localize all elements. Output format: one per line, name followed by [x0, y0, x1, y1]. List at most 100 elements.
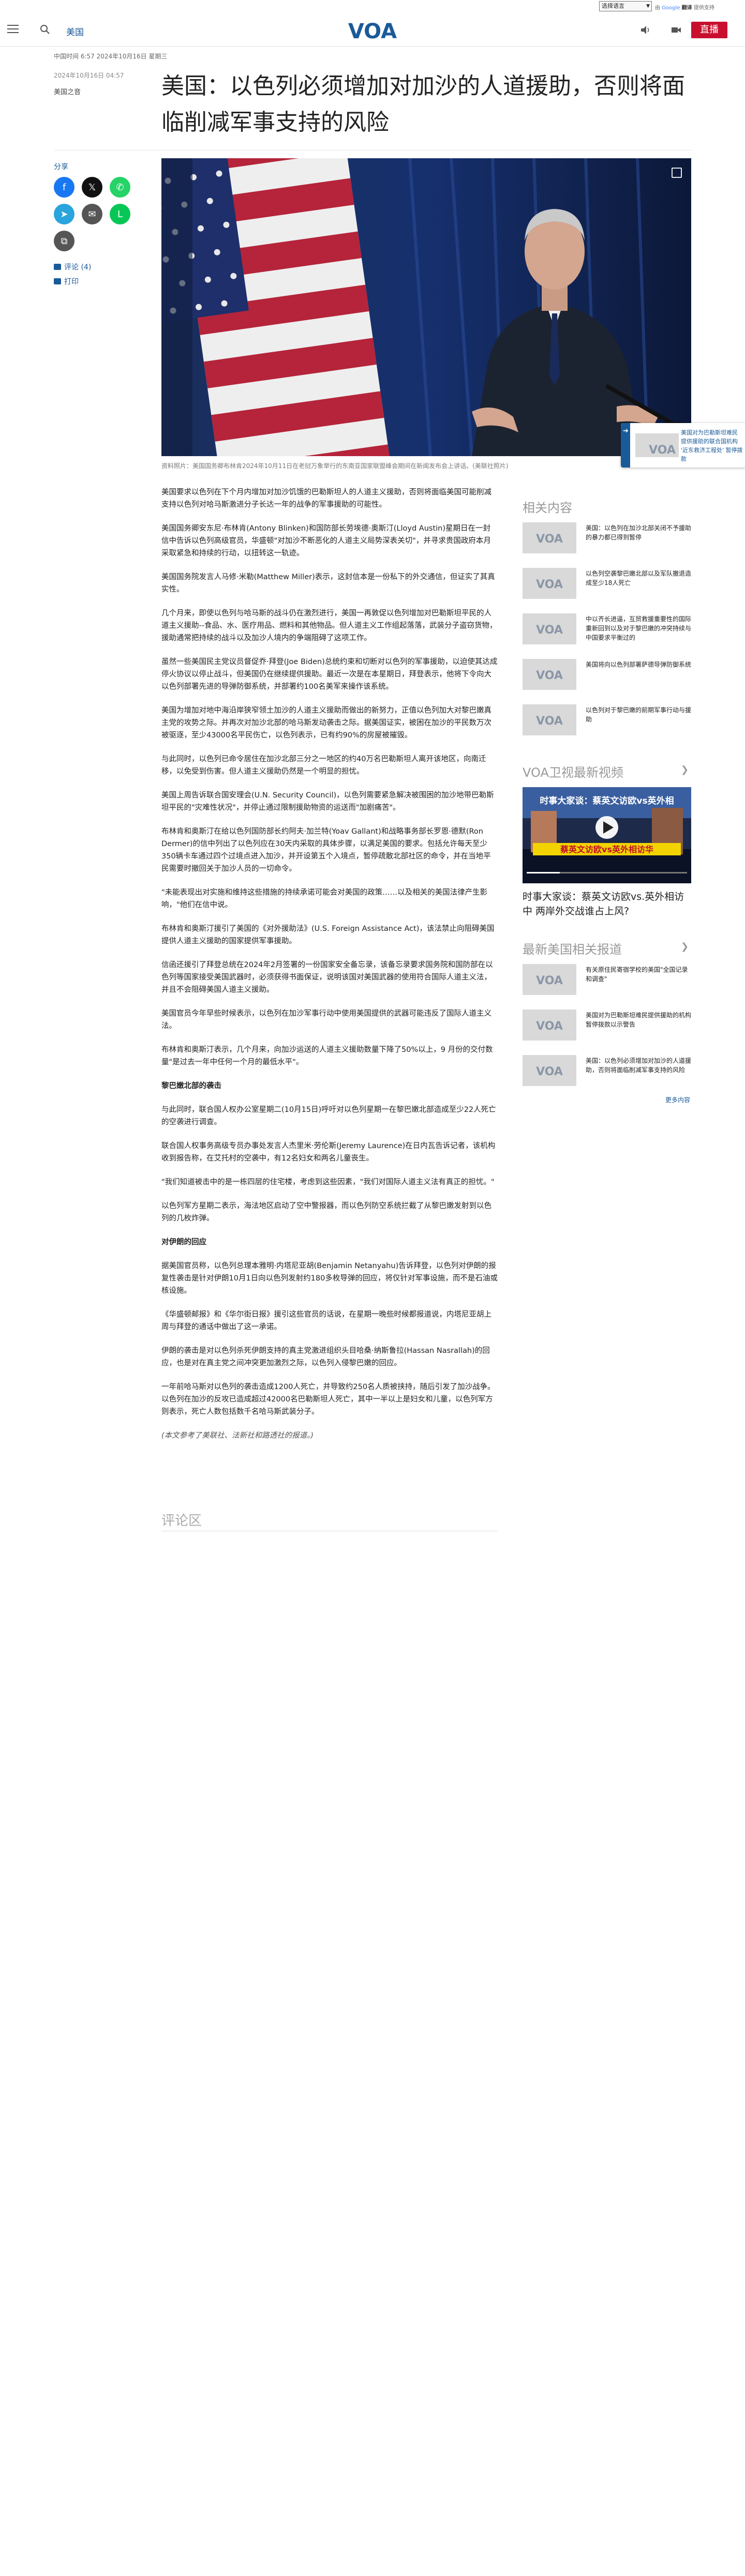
whatsapp-icon: ✆: [116, 182, 124, 193]
whatsapp-share-button[interactable]: ✆: [110, 177, 130, 198]
video-title[interactable]: 时事大家谈：蔡英文访欧vs.英外相访中 两岸外交战谁占上风?: [523, 890, 691, 918]
latest-item[interactable]: VOA 有关原住民寄宿学校的美国"全国记录和调查": [523, 964, 691, 995]
page-title: 美国：以色列必须增加对加沙的人道援助，否则将面临削减军事支持的风险: [161, 73, 685, 135]
floating-card-text: 美国对为巴勒斯坦难民提供援助的联合国机构 '近东救济工程处' 暂停拨款: [681, 429, 743, 462]
latest-heading[interactable]: 最新美国相关报道 ❯: [523, 939, 691, 957]
thumbnail: VOA: [523, 522, 576, 553]
expand-icon[interactable]: [672, 168, 682, 178]
translate-bar: 选择语言 ▼ 由 Google 翻译 提供支持: [0, 0, 745, 14]
facebook-share-button[interactable]: f: [54, 177, 74, 198]
thumbnail: VOA: [523, 568, 576, 599]
comments-link-label: 评论 (4): [64, 263, 92, 272]
article-paragraph: 美国为增加对地中海沿岸狭窄领土加沙的人道主义援助而做出的新努力，正值以色列加大对…: [161, 706, 491, 740]
svg-text:VOA: VOA: [536, 974, 563, 986]
related-item[interactable]: VOA 以色列对于黎巴嫩的前期军事行动与援助: [523, 704, 691, 735]
latest-item-title: 美国：以色列必须增加对加沙的人道援助，否则将面临削减军事支持的风险: [586, 1057, 692, 1074]
video-camera-icon[interactable]: [671, 25, 682, 35]
comment-icon: [54, 264, 61, 270]
comments-link[interactable]: 评论 (4): [54, 262, 91, 272]
line-icon: L: [117, 208, 123, 220]
article-body: 美国要求以色列在下个月内增加对加沙饥饿的巴勒斯坦人的人道主义援助，否则将面临美国…: [161, 486, 498, 1453]
article-paragraph: 几个月来，即使以色列与哈马斯的战斗仍在激烈进行，美国一再敦促以色列增加对巴勒斯坦…: [161, 609, 497, 642]
chevron-right-icon: ❯: [681, 941, 689, 952]
article-paragraph: 据美国官员称，以色列总理本雅明·内塔尼亚胡(Benjamin Netanyahu…: [161, 1262, 498, 1295]
language-select-label: 选择语言: [602, 3, 624, 9]
chevron-down-icon: ▼: [646, 4, 650, 9]
article-paragraph: 布林肯和奥斯汀表示，几个月来，向加沙运送的人道主义援助数量下降了50%以上，9 …: [161, 1046, 493, 1066]
chevron-right-icon: ❯: [681, 764, 689, 775]
copy-icon: ⧉: [61, 235, 68, 247]
article-paragraph: 虽然一些美国民主党议员督促乔·拜登(Joe Biden)总统约束和切断对以色列的…: [161, 658, 498, 691]
article-paragraph: 以色列军方星期二表示，海法地区启动了空中警报器，而以色列防空系统拦截了从黎巴嫩发…: [161, 1202, 491, 1223]
article-paragraph: 与此同时，联合国人权办公室星期二(10月15日)呼吁对以色列星期一在黎巴嫩北部造…: [161, 1106, 496, 1126]
related-item[interactable]: VOA 以色列空袭黎巴嫩北部以及军队撤退造成至少18人死亡: [523, 568, 691, 599]
site-header: 美国 VOA 直播: [0, 14, 745, 47]
email-share-button[interactable]: ✉: [82, 204, 102, 224]
video-heading[interactable]: VOA卫视最新视频 ❯: [523, 762, 691, 780]
article-subheading: 黎巴嫩北部的袭击: [161, 1082, 221, 1090]
voa-logo-icon: VOA: [536, 578, 563, 590]
powered-suffix: 翻译: [681, 5, 692, 11]
video-player[interactable]: 时事大家谈：蔡英文访欧vs英外相 蔡英文访欧vs英外相访华: [523, 787, 691, 883]
voa-logo-icon: VOA: [536, 1020, 563, 1032]
latest-item[interactable]: VOA 美国对为巴勒斯坦难民提供援助的机构暂停拨款以示警告: [523, 1010, 691, 1041]
byline-category[interactable]: 美国之音: [54, 86, 81, 96]
copy-link-button[interactable]: ⧉: [54, 231, 74, 251]
latest-item-title: 有关原住民寄宿学校的美国"全国记录和调查": [586, 966, 688, 983]
source-note: (本文参考了美联社、法新社和路透社的报道。): [161, 1432, 314, 1440]
menu-button[interactable]: [7, 25, 19, 34]
svg-text:VOA: VOA: [536, 1065, 563, 1077]
article-paragraph: 联合国人权事务高级专员办事处发言人杰里米·劳伦斯(Jeremy Laurence…: [161, 1142, 496, 1163]
search-icon[interactable]: [39, 24, 51, 35]
print-link[interactable]: 打印: [54, 276, 79, 287]
lead-photo[interactable]: [161, 158, 691, 456]
telegram-share-button[interactable]: ➤: [54, 204, 74, 224]
thumbnail: VOA: [523, 964, 576, 995]
related-item-title: 以色列对于黎巴嫩的前期军事行动与援助: [586, 706, 692, 723]
arrow-right-icon[interactable]: ➔: [623, 427, 629, 435]
article-paragraph: 信函还援引了拜登总统在2024年2月签署的一份国家安全备忘录，该备忘录要求国务院…: [161, 961, 493, 994]
photo-illustration: [161, 158, 691, 456]
svg-text:VOA: VOA: [536, 715, 563, 727]
voa-logo-icon: VOA: [536, 624, 563, 636]
related-item[interactable]: VOA 美国将向以色列部署萨德导弹防御系统: [523, 659, 691, 690]
powered-prefix: 由: [655, 5, 660, 11]
svg-text:时事大家谈：蔡英文访欧vs英外相: 时事大家谈：蔡英文访欧vs英外相: [540, 795, 674, 806]
more-link[interactable]: 更多内容: [665, 1095, 690, 1104]
related-heading: 相关内容: [523, 498, 572, 516]
language-select[interactable]: 选择语言 ▼: [599, 1, 652, 11]
google-wordmark[interactable]: Google: [662, 5, 680, 11]
article-paragraph: "未能表现出对实施和维持这些措施的持续承诺可能会对美国的政策……以及相关的美国法…: [161, 888, 488, 909]
voa-logo[interactable]: VOA: [346, 19, 399, 41]
article-paragraph: 与此同时，以色列已命令居住在加沙北部三分之一地区的约40万名巴勒斯坦人离开该地区…: [161, 755, 486, 776]
related-item-title: 以色列空袭黎巴嫩北部以及军队撤退造成至少18人死亡: [586, 570, 692, 586]
print-link-label: 打印: [64, 278, 79, 286]
article-paragraph: "我们知道被击中的是一栋四层的住宅楼，考虑到这些因素，"我们对国际人道主义法有真…: [161, 1178, 495, 1186]
live-button[interactable]: 直播: [691, 22, 727, 38]
article-paragraph: 美国官员今年早些时候表示，以色列在加沙军事行动中使用美国提供的武器可能违反了国际…: [161, 1010, 491, 1030]
voa-logo-icon: VOA: [536, 669, 563, 681]
video-heading-label: VOA卫视最新视频: [523, 765, 623, 780]
related-item[interactable]: VOA 中以齐长进逼，互贸救援重要性的国际重新回到以及对于黎巴嫩的冲突持续与中国…: [523, 613, 691, 644]
photo-caption: 资料照片：美国国务卿布林肯2024年10月11日在老挝万象举行的东南亚国家联盟峰…: [161, 462, 509, 470]
svg-text:VOA: VOA: [536, 669, 563, 681]
thumbnail: VOA: [523, 659, 576, 690]
line-share-button[interactable]: L: [110, 204, 130, 224]
section-link-us[interactable]: 美国: [66, 25, 84, 38]
x-share-button[interactable]: 𝕏: [82, 177, 102, 198]
related-item-title: 美国将向以色列部署萨德导弹防御系统: [586, 661, 692, 668]
article-paragraph: 美国要求以色列在下个月内增加对加沙饥饿的巴勒斯坦人的人道主义援助，否则将面临美国…: [161, 488, 491, 509]
svg-text:VOA: VOA: [649, 444, 676, 456]
article-paragraph: 《华盛顿邮报》和《华尔街日报》援引这些官员的话说，在星期一晚些时候都报道说，内塔…: [161, 1310, 491, 1331]
svg-text:蔡英文访欧vs英外相访华: 蔡英文访欧vs英外相访华: [560, 845, 653, 854]
thumbnail: VOA: [523, 613, 576, 644]
speaker-icon[interactable]: [639, 25, 651, 35]
floating-related-card[interactable]: ➔ VOA 美国对为巴勒斯坦难民提供援助的联合国机构 '近东救济工程处' 暂停拨…: [621, 423, 745, 468]
svg-text:VOA: VOA: [536, 533, 563, 545]
voa-logo-icon: VOA: [536, 1065, 563, 1077]
latest-item[interactable]: VOA 美国：以色列必须增加对加沙的人道援助，否则将面临削减军事支持的风险: [523, 1055, 691, 1086]
related-heading-label: 相关内容: [523, 501, 572, 515]
thumbnail: VOA: [523, 1055, 576, 1086]
related-item[interactable]: VOA 美国：以色列在加沙北部关闭不予援助的暴力都已得到暂停: [523, 522, 691, 553]
google-translate-credit: 由 Google 翻译 提供支持: [655, 3, 714, 11]
